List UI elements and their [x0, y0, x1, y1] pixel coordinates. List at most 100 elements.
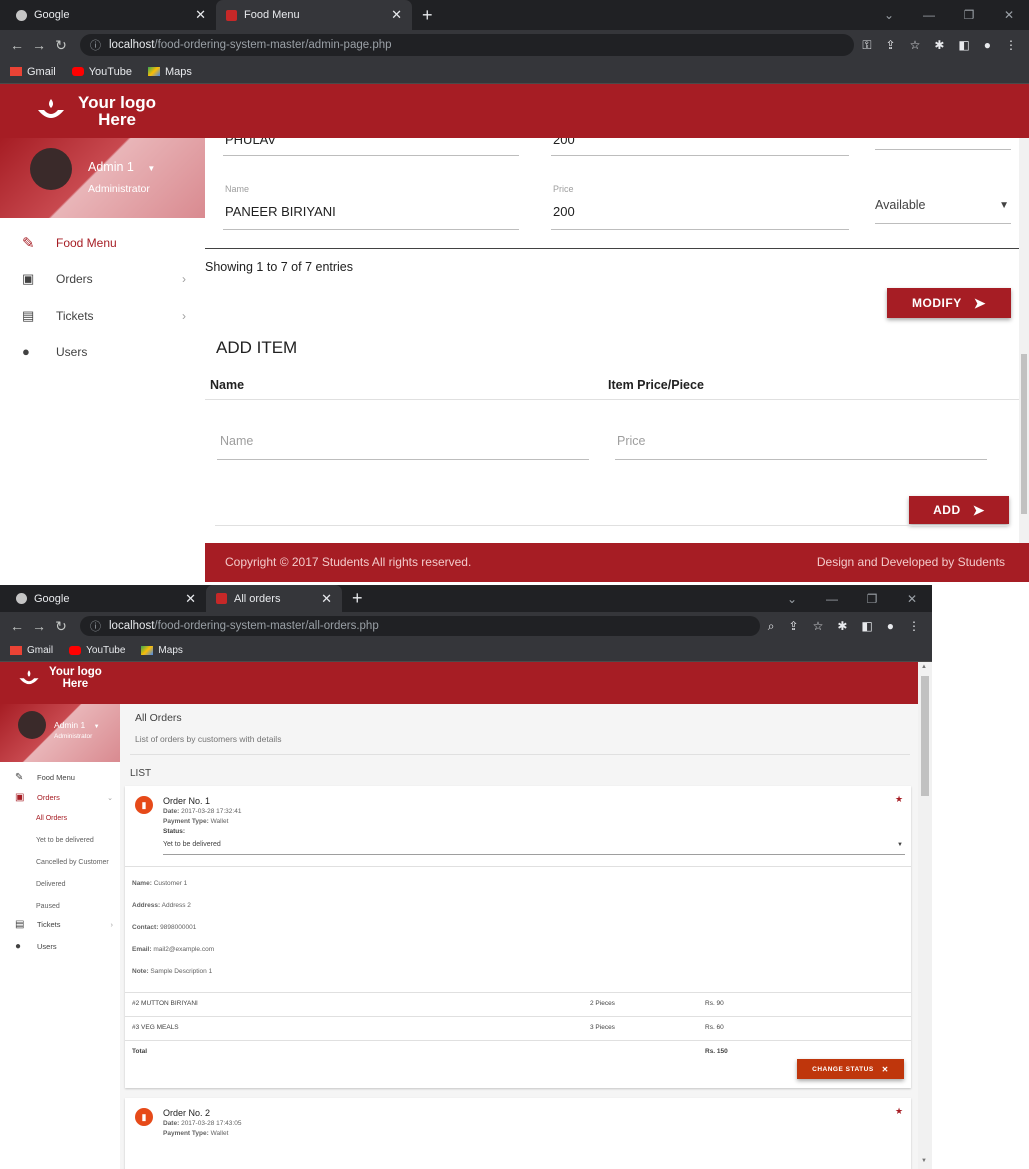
modify-button[interactable]: MODIFY ➤: [887, 288, 1011, 318]
close-tab-icon[interactable]: ✕: [391, 7, 402, 23]
bookmark-star-icon[interactable]: ☆: [813, 619, 824, 634]
sidebar-item-orders[interactable]: ▣ Orders ⌄: [15, 792, 115, 803]
item-name-input[interactable]: PANEER BIRIYANI: [225, 204, 336, 219]
zoom-icon[interactable]: ⌕: [768, 619, 775, 634]
item-price: Rs. 90: [705, 1000, 724, 1007]
app-logo[interactable]: Your logo Here: [18, 666, 102, 690]
bookmark-maps[interactable]: Maps: [147, 66, 192, 78]
availability-select[interactable]: Available ▼: [875, 198, 1011, 224]
scroll-down-icon[interactable]: ▼: [921, 1158, 927, 1164]
close-tab-icon[interactable]: ✕: [195, 7, 206, 23]
forward-icon[interactable]: →: [28, 37, 50, 53]
tab-google[interactable]: Google ✕: [6, 585, 206, 612]
submenu-all-orders[interactable]: All Orders: [36, 815, 67, 822]
new-name-input[interactable]: Name: [220, 434, 253, 448]
submenu-delivered[interactable]: Delivered: [36, 881, 66, 888]
share-icon[interactable]: ⇪: [886, 38, 896, 53]
minimize-icon[interactable]: —: [909, 8, 949, 22]
forward-icon[interactable]: →: [28, 618, 50, 634]
add-button[interactable]: ADD ➤: [909, 496, 1009, 524]
close-window-icon[interactable]: ✕: [892, 592, 932, 606]
profile-dropdown[interactable]: Admin 1 ▼: [54, 720, 100, 730]
page-subtitle: List of orders by customers with details: [135, 734, 282, 744]
new-price-input[interactable]: Price: [617, 434, 645, 448]
profile-dropdown[interactable]: Admin 1 ▼: [88, 160, 155, 174]
profile-icon[interactable]: ●: [887, 619, 894, 634]
site-info-icon[interactable]: ⓘ: [90, 37, 101, 53]
minimize-icon[interactable]: —: [812, 592, 852, 606]
bookmark-gmail[interactable]: Gmail: [10, 645, 53, 656]
page-scrollbar[interactable]: ▲ ▼: [918, 662, 932, 1169]
logo-line1: Your logo: [49, 666, 102, 678]
entries-info: Showing 1 to 7 of 7 entries: [205, 260, 354, 274]
side-panel-icon[interactable]: ◧: [958, 38, 969, 53]
side-panel-icon[interactable]: ◧: [861, 619, 872, 634]
share-icon[interactable]: ⇪: [789, 619, 799, 634]
extensions-icon[interactable]: ✱: [934, 38, 944, 53]
restore-icon[interactable]: ❐: [852, 592, 892, 606]
chat-icon: ▤: [15, 919, 25, 930]
key-icon[interactable]: ⚿: [862, 38, 871, 53]
table-row: #3 VEG MEALS 3 Pieces Rs. 60: [132, 1024, 902, 1036]
submenu-cancelled-by-customer[interactable]: Cancelled by Customer: [36, 859, 109, 866]
tab-label: Food Menu: [244, 9, 300, 21]
list-label: LIST: [130, 768, 152, 779]
google-favicon-icon: [16, 593, 27, 604]
reload-icon[interactable]: ↻: [50, 37, 72, 54]
window-controls: ⌄ — ❐ ✕: [772, 585, 932, 612]
scrollbar-thumb[interactable]: [1021, 354, 1027, 514]
menu-dots-icon[interactable]: ⋮: [1005, 38, 1017, 53]
profile-icon[interactable]: ●: [984, 38, 991, 53]
change-status-button[interactable]: CHANGE STATUS ✕: [797, 1059, 904, 1079]
url-input[interactable]: ⓘ localhost/food-ordering-system-master/…: [80, 616, 760, 636]
close-tab-icon[interactable]: ✕: [321, 591, 332, 607]
bookmark-youtube[interactable]: YouTube: [71, 66, 132, 78]
submenu-paused[interactable]: Paused: [36, 903, 60, 910]
bookmark-gmail[interactable]: Gmail: [10, 66, 56, 78]
customer-name: Name: Customer 1: [132, 880, 187, 887]
sidebar-item-orders[interactable]: ▣ Orders ›: [22, 271, 192, 287]
gmail-icon: [10, 645, 22, 655]
chevron-down-icon: ▼: [93, 724, 100, 730]
sidebar-item-users[interactable]: ● Users: [22, 344, 87, 359]
sidebar: Admin 1 ▼ Administrator ✎ Food Menu ▣ Or…: [0, 138, 205, 543]
site-info-icon[interactable]: ⓘ: [90, 618, 101, 634]
app-logo[interactable]: Your logo Here: [36, 94, 156, 128]
sidebar-item-users[interactable]: ● Users: [15, 941, 57, 952]
row-divider: [125, 1040, 911, 1041]
bookmark-star-icon[interactable]: ☆: [910, 38, 921, 53]
sidebar-item-tickets[interactable]: ▤ Tickets ›: [22, 308, 192, 324]
tab-search-icon[interactable]: ⌄: [869, 8, 909, 22]
scrollbar-thumb[interactable]: [921, 676, 929, 796]
scroll-up-icon[interactable]: ▲: [921, 664, 927, 670]
status-select[interactable]: Yet to be delivered ▼: [163, 841, 905, 855]
tab-food-menu[interactable]: Food Menu ✕: [216, 0, 412, 30]
close-window-icon[interactable]: ✕: [989, 8, 1029, 22]
chat-icon: ▤: [22, 308, 35, 323]
sidebar-item-tickets[interactable]: ▤ Tickets ›: [15, 919, 115, 930]
item-price-input[interactable]: 200: [553, 204, 575, 219]
address-bar: ← → ↻ ⓘ localhost/food-ordering-system-m…: [0, 612, 932, 640]
back-icon[interactable]: ←: [6, 37, 28, 53]
new-tab-button[interactable]: +: [342, 585, 373, 612]
bookmark-youtube[interactable]: YouTube: [69, 645, 125, 656]
sidebar-item-food-menu[interactable]: ✎ Food Menu: [15, 772, 75, 783]
payment-value: Wallet: [210, 818, 229, 825]
url-input[interactable]: ⓘ localhost/food-ordering-system-master/…: [80, 34, 855, 56]
customer-email: Email: mail2@example.com: [132, 946, 214, 953]
reload-icon[interactable]: ↻: [50, 618, 72, 635]
submenu-yet-to-be-delivered[interactable]: Yet to be delivered: [36, 837, 94, 844]
close-tab-icon[interactable]: ✕: [185, 591, 196, 607]
address-bar: ← → ↻ ⓘ localhost/food-ordering-system-m…: [0, 30, 1029, 60]
restore-icon[interactable]: ❐: [949, 8, 989, 22]
page-scrollbar[interactable]: [1019, 84, 1029, 544]
tab-all-orders[interactable]: All orders ✕: [206, 585, 342, 612]
new-tab-button[interactable]: +: [412, 0, 443, 30]
extensions-icon[interactable]: ✱: [837, 619, 847, 634]
back-icon[interactable]: ←: [6, 618, 28, 634]
menu-dots-icon[interactable]: ⋮: [908, 619, 920, 634]
tab-search-icon[interactable]: ⌄: [772, 592, 812, 606]
tab-google[interactable]: Google ✕: [6, 0, 216, 30]
bookmark-maps[interactable]: Maps: [141, 645, 183, 656]
sidebar-item-food-menu[interactable]: ✎ Food Menu: [22, 234, 117, 252]
